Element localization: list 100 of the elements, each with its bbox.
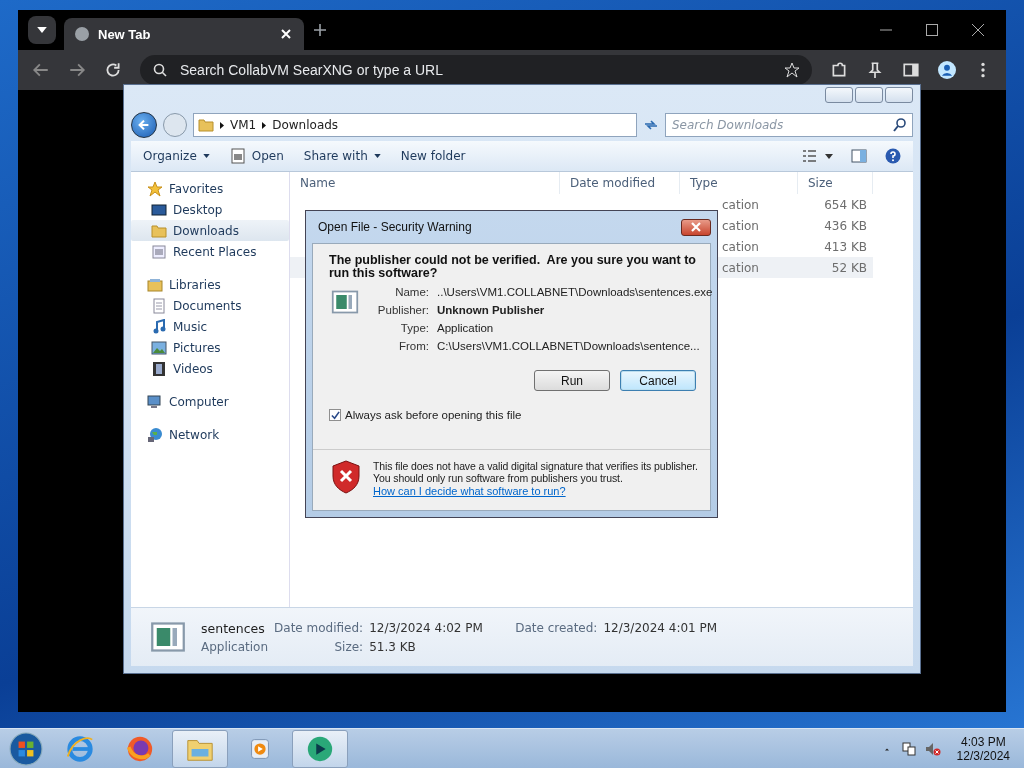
browser-e-icon [65,733,95,764]
taskbar-button[interactable] [292,729,348,768]
document-icon [229,148,246,164]
picture-icon [151,339,167,356]
folder-icon [198,117,214,133]
music-note-icon [151,318,167,335]
toolbar-button[interactable]: New folder [392,145,474,167]
nav-item[interactable]: Recent Places [131,241,289,262]
maximize-button[interactable] [855,87,883,103]
toolbar-button[interactable]: Organize [135,145,218,167]
application-icon [329,288,361,316]
help-icon[interactable] [885,148,901,164]
table-cell-text: 413 KB [823,239,868,254]
dialog-title: Open File - Security Warning [318,220,472,234]
nav-item[interactable]: Music [131,316,289,337]
computer-icon [147,393,163,410]
field-label: Name: [394,286,429,298]
nav-item[interactable]: Documents [131,295,289,316]
caret-icon [373,154,381,158]
nav-item[interactable]: Computer [131,391,289,412]
column-header[interactable]: Date modified [560,172,680,194]
view-options-icon[interactable] [801,148,833,164]
close-button[interactable] [681,218,711,236]
always-ask-checkbox[interactable]: Always ask before opening this file [329,409,696,421]
detail-label: Size: [333,639,364,654]
maximize-icon[interactable] [924,22,940,38]
star-icon[interactable] [784,62,800,78]
detail-value: 12/3/2024 4:02 PM [369,620,484,636]
detail-value: 51.3 KB [369,639,417,654]
file-type: Application [201,639,269,654]
forward-arrow-icon[interactable] [68,61,86,79]
field-label: Type: [399,322,429,334]
back-button[interactable] [131,112,157,138]
field-value: C:\Users\VM1.COLLABNET\Downloads\sentence... [437,340,701,352]
preview-pane-icon[interactable] [851,148,867,164]
new-tab-icon[interactable] [312,22,328,38]
nav-item[interactable]: Pictures [131,337,289,358]
detail-value: 12/3/2024 4:01 PM [603,620,718,636]
search-box[interactable]: Search Downloads [665,113,913,137]
field-value: Unknown Publisher [437,304,546,316]
globe-icon [74,26,90,42]
dialog-button[interactable]: Cancel [620,370,696,391]
table-cell-text: 436 KB [823,218,868,233]
nav-item[interactable]: Network [131,424,289,445]
profile-icon[interactable] [938,61,956,79]
nav-item[interactable]: Videos [131,358,289,379]
table-cell-text: 654 KB [823,197,868,212]
check-icon [330,410,340,420]
reload-icon[interactable] [104,61,122,79]
triangle-icon [262,121,267,129]
nav-item[interactable]: Favorites [131,178,289,199]
search-icon [152,62,168,78]
side-panel-icon[interactable] [902,61,920,79]
nav-item[interactable]: Desktop [131,199,289,220]
clock-time[interactable]: 4:03 PM [960,734,1006,749]
tab-title: New Tab [98,26,152,42]
libraries-icon [147,276,163,293]
minimize-button[interactable] [825,87,853,103]
dialog-button[interactable]: Run [534,370,610,391]
warning-text: This file does not have a valid digital signature that verifies its publisher. You should only run software from publishers you trust. [373,460,699,484]
column-header[interactable]: Size [798,172,873,194]
address-bar[interactable]: VM1 Downloads [193,113,637,137]
breadcrumb-item[interactable]: Downloads [272,118,339,132]
caret-icon [202,154,210,158]
clock-date[interactable]: 12/3/2024 [956,748,1010,763]
tab-search-button[interactable] [28,16,56,44]
network-icon[interactable] [900,740,917,757]
network-icon [147,426,163,443]
field-value: ..\Users\VM1.COLLABNET\Downloads\sentences.exe [437,286,713,298]
help-link[interactable]: How can I decide what software to run? [373,485,566,497]
windows-logo-icon [9,731,43,766]
address-bar[interactable]: Search CollabVM SearXNG or type a URL [140,55,812,85]
search-icon [892,117,908,133]
star-icon [147,180,163,197]
film-icon [151,360,167,377]
field-label: From: [397,340,429,352]
table-cell-text: cation [722,197,760,212]
table-cell-text: 52 KB [830,260,868,275]
downloads-folder-icon [151,222,167,239]
caret-icon [37,27,47,33]
field-value: Application [437,322,495,334]
nav-item[interactable]: Downloads [131,220,289,241]
column-header[interactable]: Name [290,172,560,194]
documents-icon [151,297,167,314]
file-name: sentences [201,620,266,636]
puzzle-icon[interactable] [830,61,848,79]
table-cell-text: cation [722,239,760,254]
triangle-icon [220,121,224,129]
table-cell-text: cation [722,260,760,275]
back-arrow-icon[interactable] [32,61,50,79]
warning-heading: The publisher could not be verified. Are you sure you want to run this software? [329,254,696,280]
toolbar-button[interactable]: Share with [295,145,389,167]
pin-icon[interactable] [866,61,884,79]
close-icon[interactable] [970,22,986,38]
breadcrumb-item[interactable]: VM1 [230,118,257,132]
column-header[interactable]: Type [680,172,798,194]
table-cell-text: cation [722,218,760,233]
nav-item[interactable]: Libraries [131,274,289,295]
browser-tab[interactable]: New Tab [64,18,304,50]
toolbar-button[interactable]: Open [221,144,292,168]
